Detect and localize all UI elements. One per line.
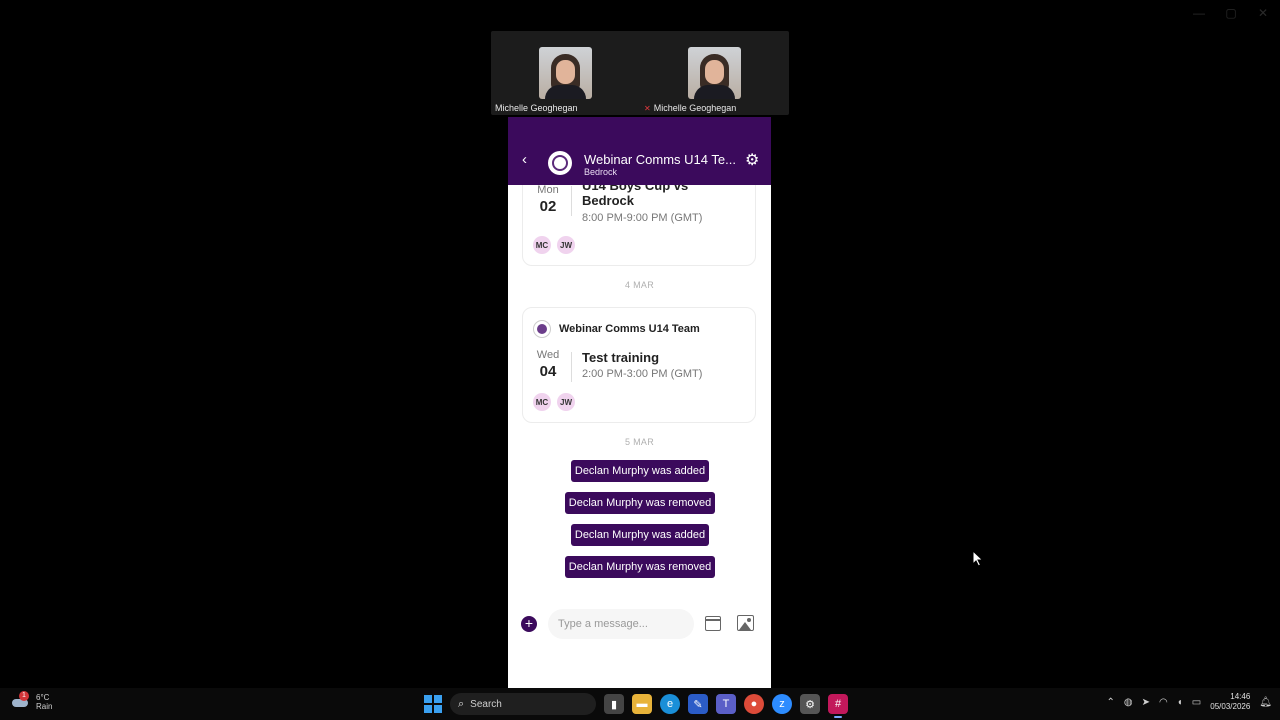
event-title: U14 Boys Cup vs Bedrock <box>582 185 689 208</box>
windows-start-icon[interactable] <box>424 695 442 713</box>
event-date: Wed 04 <box>533 349 563 380</box>
battery-icon[interactable]: ▭ <box>1192 697 1201 708</box>
attendee-chip[interactable]: MC <box>533 236 551 254</box>
slack-icon[interactable]: # <box>828 694 848 718</box>
participant-tile[interactable]: Michelle Geoghegan <box>491 31 640 115</box>
send-icon[interactable]: ➤ <box>1142 697 1150 708</box>
system-message: Declan Murphy was added <box>571 524 709 546</box>
teams-icon[interactable]: T <box>716 694 736 714</box>
event-day-of-week: Mon <box>537 185 559 196</box>
system-message: Declan Murphy was removed <box>565 556 715 578</box>
settings-gear-icon[interactable]: ⚙ <box>745 153 759 169</box>
maximize-button[interactable]: ▢ <box>1224 6 1238 20</box>
minimize-button[interactable]: — <box>1192 6 1206 20</box>
clock-date: 05/03/2026 <box>1210 702 1251 711</box>
task-view-icon[interactable]: ▮ <box>604 694 624 714</box>
back-button[interactable]: ‹ <box>522 152 527 167</box>
team-logo <box>548 151 572 175</box>
weather-condition: Rain <box>36 702 53 711</box>
wifi-icon[interactable]: ◠ <box>1159 697 1168 708</box>
team-logo <box>533 320 551 338</box>
chat-subtitle: Bedrock <box>584 167 618 177</box>
divider <box>571 186 572 216</box>
event-day: 04 <box>539 363 557 380</box>
taskbar-apps: ⌕ Search ▮ ▬ e ✎ T ● z ⚙ # <box>424 692 848 718</box>
attendee-chip[interactable]: MC <box>533 393 551 411</box>
event-day-of-week: Wed <box>536 349 560 361</box>
event-time: 8:00 PM-9:00 PM (GMT) <box>582 212 703 224</box>
event-card[interactable]: Webinar Comms U14 Team Wed 04 Test train… <box>522 307 756 423</box>
chrome-icon[interactable]: ● <box>744 694 764 714</box>
attendee-list: MC JW <box>533 393 575 411</box>
participant-name: Michelle Geoghegan <box>653 103 737 113</box>
message-input[interactable] <box>548 609 694 639</box>
search-icon: ⌕ <box>458 697 465 710</box>
date-separator: 5 MAR <box>624 437 654 447</box>
divider <box>571 352 572 382</box>
image-icon[interactable] <box>737 615 754 631</box>
participant-name-muted: ✕ Michelle Geoghegan <box>644 103 736 113</box>
attendee-chip[interactable]: JW <box>557 236 575 254</box>
mic-off-icon: ✕ <box>644 104 651 113</box>
event-title: Test training <box>582 350 660 365</box>
notification-badge: 1 <box>19 691 29 701</box>
attendee-list: MC JW <box>533 236 575 254</box>
event-day: 02 <box>539 198 557 215</box>
notification-bell-icon[interactable]: 🔔︎ <box>1259 697 1272 708</box>
participant-video <box>539 47 592 99</box>
event-team-name: Webinar Comms U14 Team <box>559 323 700 335</box>
calendar-icon[interactable] <box>705 616 721 631</box>
taskbar-search[interactable]: ⌕ Search <box>450 693 596 715</box>
message-feed[interactable]: Mon 02 U14 Boys Cup vs Bedrock 8:00 PM-9… <box>508 185 771 595</box>
volume-icon[interactable]: ◖ <box>1177 697 1183 708</box>
system-message: Declan Murphy was removed <box>565 492 715 514</box>
search-label: Search <box>470 698 502 710</box>
event-card[interactable]: Mon 02 U14 Boys Cup vs Bedrock 8:00 PM-9… <box>522 185 756 266</box>
taskbar: 1 6°C Rain ⌕ Search ▮ ▬ e ✎ T ● z ⚙ # ⌃ … <box>0 688 1280 720</box>
participant-tile[interactable]: ✕ Michelle Geoghegan <box>640 31 789 115</box>
attendee-chip[interactable]: JW <box>557 393 575 411</box>
clock-time: 14:46 <box>1230 692 1251 701</box>
date-separator: 4 MAR <box>624 280 654 290</box>
participant-name: Michelle Geoghegan <box>495 103 578 113</box>
chevron-up-icon[interactable]: ⌃ <box>1107 697 1115 708</box>
weather-temp: 6°C <box>36 693 50 702</box>
close-button[interactable]: ✕ <box>1256 6 1270 20</box>
rain-cloud-icon: 1 <box>12 691 30 711</box>
system-tray: ⌃ ◍ ➤ ◠ ◖ ▭ 14:46 05/03/2026 🔔︎ <box>1107 692 1273 712</box>
event-time: 2:00 PM-3:00 PM (GMT) <box>582 368 703 380</box>
antivirus-icon[interactable]: ◍ <box>1124 697 1133 708</box>
weather-widget[interactable]: 1 6°C Rain <box>12 691 53 711</box>
chat-title[interactable]: Webinar Comms U14 Te... <box>584 152 739 167</box>
participant-video <box>688 47 741 99</box>
zoom-icon[interactable]: z <box>772 694 792 714</box>
window-controls: — ▢ ✕ <box>1192 6 1270 20</box>
event-team-header: Webinar Comms U14 Team <box>533 320 700 338</box>
system-message: Declan Murphy was added <box>571 460 709 482</box>
add-attachment-button[interactable]: + <box>521 616 537 632</box>
clock[interactable]: 14:46 05/03/2026 <box>1210 692 1250 712</box>
pen-app-icon[interactable]: ✎ <box>688 694 708 714</box>
event-date: Mon 02 <box>533 185 563 215</box>
file-explorer-icon[interactable]: ▬ <box>632 694 652 714</box>
app-screen: ‹ Webinar Comms U14 Te... Bedrock ⚙ Mon … <box>508 117 771 688</box>
app-header: ‹ Webinar Comms U14 Te... Bedrock ⚙ <box>508 117 771 185</box>
edge-browser-icon[interactable]: e <box>660 694 680 714</box>
video-strip: Michelle Geoghegan ✕ Michelle Geoghegan <box>491 31 789 115</box>
settings-icon[interactable]: ⚙ <box>800 694 820 714</box>
message-composer: + <box>508 609 771 639</box>
